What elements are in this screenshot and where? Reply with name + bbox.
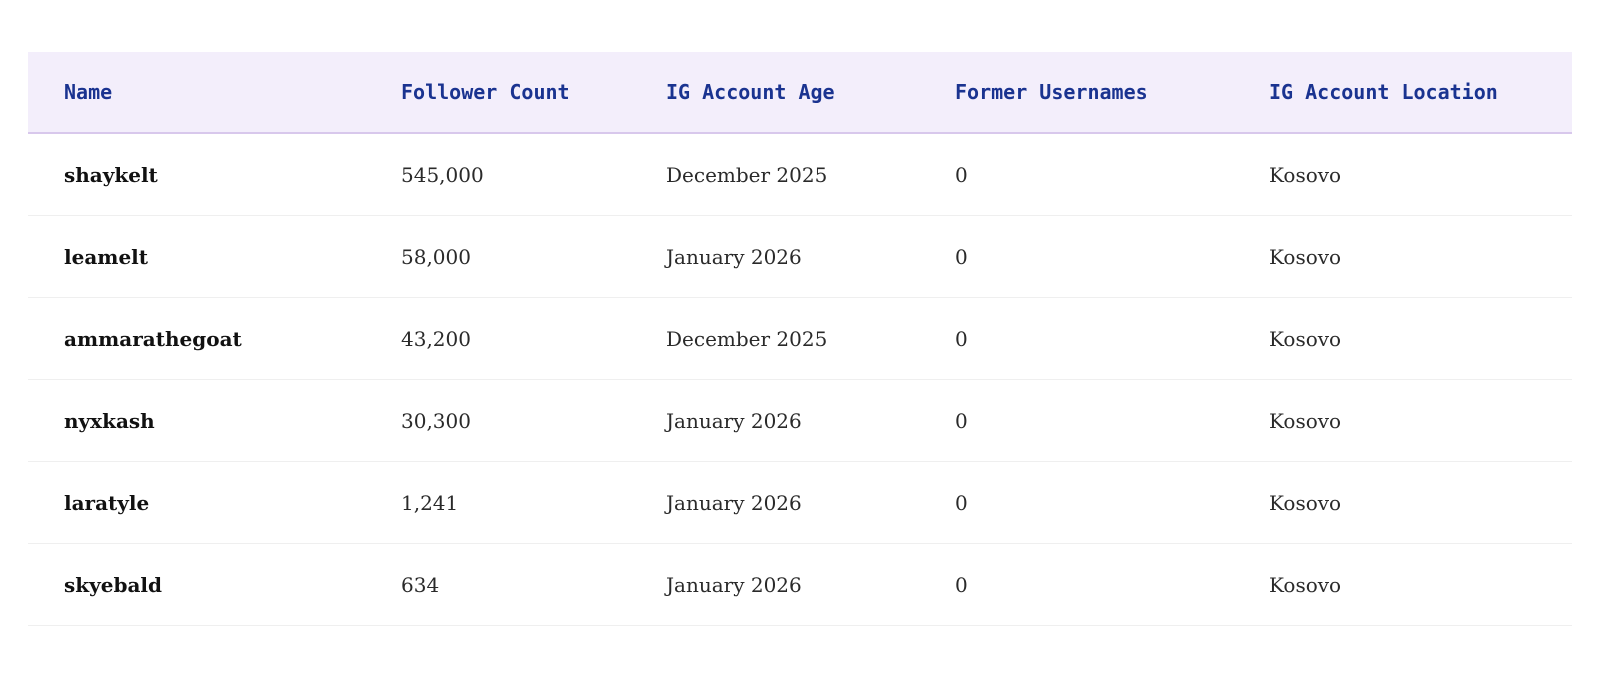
cell-account-location: Kosovo [1233, 461, 1572, 544]
cell-name: laratyle [28, 461, 365, 544]
column-header-ig-account-location: IG Account Location [1233, 52, 1572, 134]
cell-follower-count: 545,000 [365, 133, 630, 216]
column-header-former-usernames: Former Usernames [919, 52, 1233, 134]
cell-account-location: Kosovo [1233, 215, 1572, 298]
cell-former-usernames: 0 [919, 297, 1233, 380]
cell-account-location: Kosovo [1233, 133, 1572, 216]
cell-account-location: Kosovo [1233, 297, 1572, 380]
cell-name: leamelt [28, 215, 365, 298]
cell-account-age: January 2026 [630, 215, 919, 298]
cell-follower-count: 30,300 [365, 379, 630, 462]
table-row: ammarathegoat 43,200 December 2025 0 Kos… [28, 297, 1572, 380]
cell-former-usernames: 0 [919, 543, 1233, 626]
table-row: shaykelt 545,000 December 2025 0 Kosovo [28, 133, 1572, 216]
table-row: leamelt 58,000 January 2026 0 Kosovo [28, 215, 1572, 298]
cell-account-age: January 2026 [630, 461, 919, 544]
cell-follower-count: 1,241 [365, 461, 630, 544]
cell-former-usernames: 0 [919, 215, 1233, 298]
header-row: Name Follower Count IG Account Age Forme… [28, 52, 1572, 134]
cell-name: ammarathegoat [28, 297, 365, 380]
table-row: laratyle 1,241 January 2026 0 Kosovo [28, 461, 1572, 544]
column-header-ig-account-age: IG Account Age [630, 52, 919, 134]
cell-former-usernames: 0 [919, 133, 1233, 216]
column-header-follower-count: Follower Count [365, 52, 630, 134]
table-row: skyebald 634 January 2026 0 Kosovo [28, 543, 1572, 626]
cell-name: skyebald [28, 543, 365, 626]
cell-name: shaykelt [28, 133, 365, 216]
cell-account-age: January 2026 [630, 543, 919, 626]
table-row: nyxkash 30,300 January 2026 0 Kosovo [28, 379, 1572, 462]
cell-account-age: December 2025 [630, 297, 919, 380]
cell-former-usernames: 0 [919, 379, 1233, 462]
cell-account-age: January 2026 [630, 379, 919, 462]
cell-account-age: December 2025 [630, 133, 919, 216]
cell-account-location: Kosovo [1233, 379, 1572, 462]
cell-account-location: Kosovo [1233, 543, 1572, 626]
cell-former-usernames: 0 [919, 461, 1233, 544]
table-header: Name Follower Count IG Account Age Forme… [28, 52, 1572, 134]
column-header-name: Name [28, 52, 365, 134]
accounts-table: Name Follower Count IG Account Age Forme… [28, 52, 1572, 626]
accounts-table-container: Name Follower Count IG Account Age Forme… [28, 52, 1572, 626]
table-body: shaykelt 545,000 December 2025 0 Kosovo … [28, 133, 1572, 626]
cell-name: nyxkash [28, 379, 365, 462]
cell-follower-count: 634 [365, 543, 630, 626]
cell-follower-count: 43,200 [365, 297, 630, 380]
cell-follower-count: 58,000 [365, 215, 630, 298]
